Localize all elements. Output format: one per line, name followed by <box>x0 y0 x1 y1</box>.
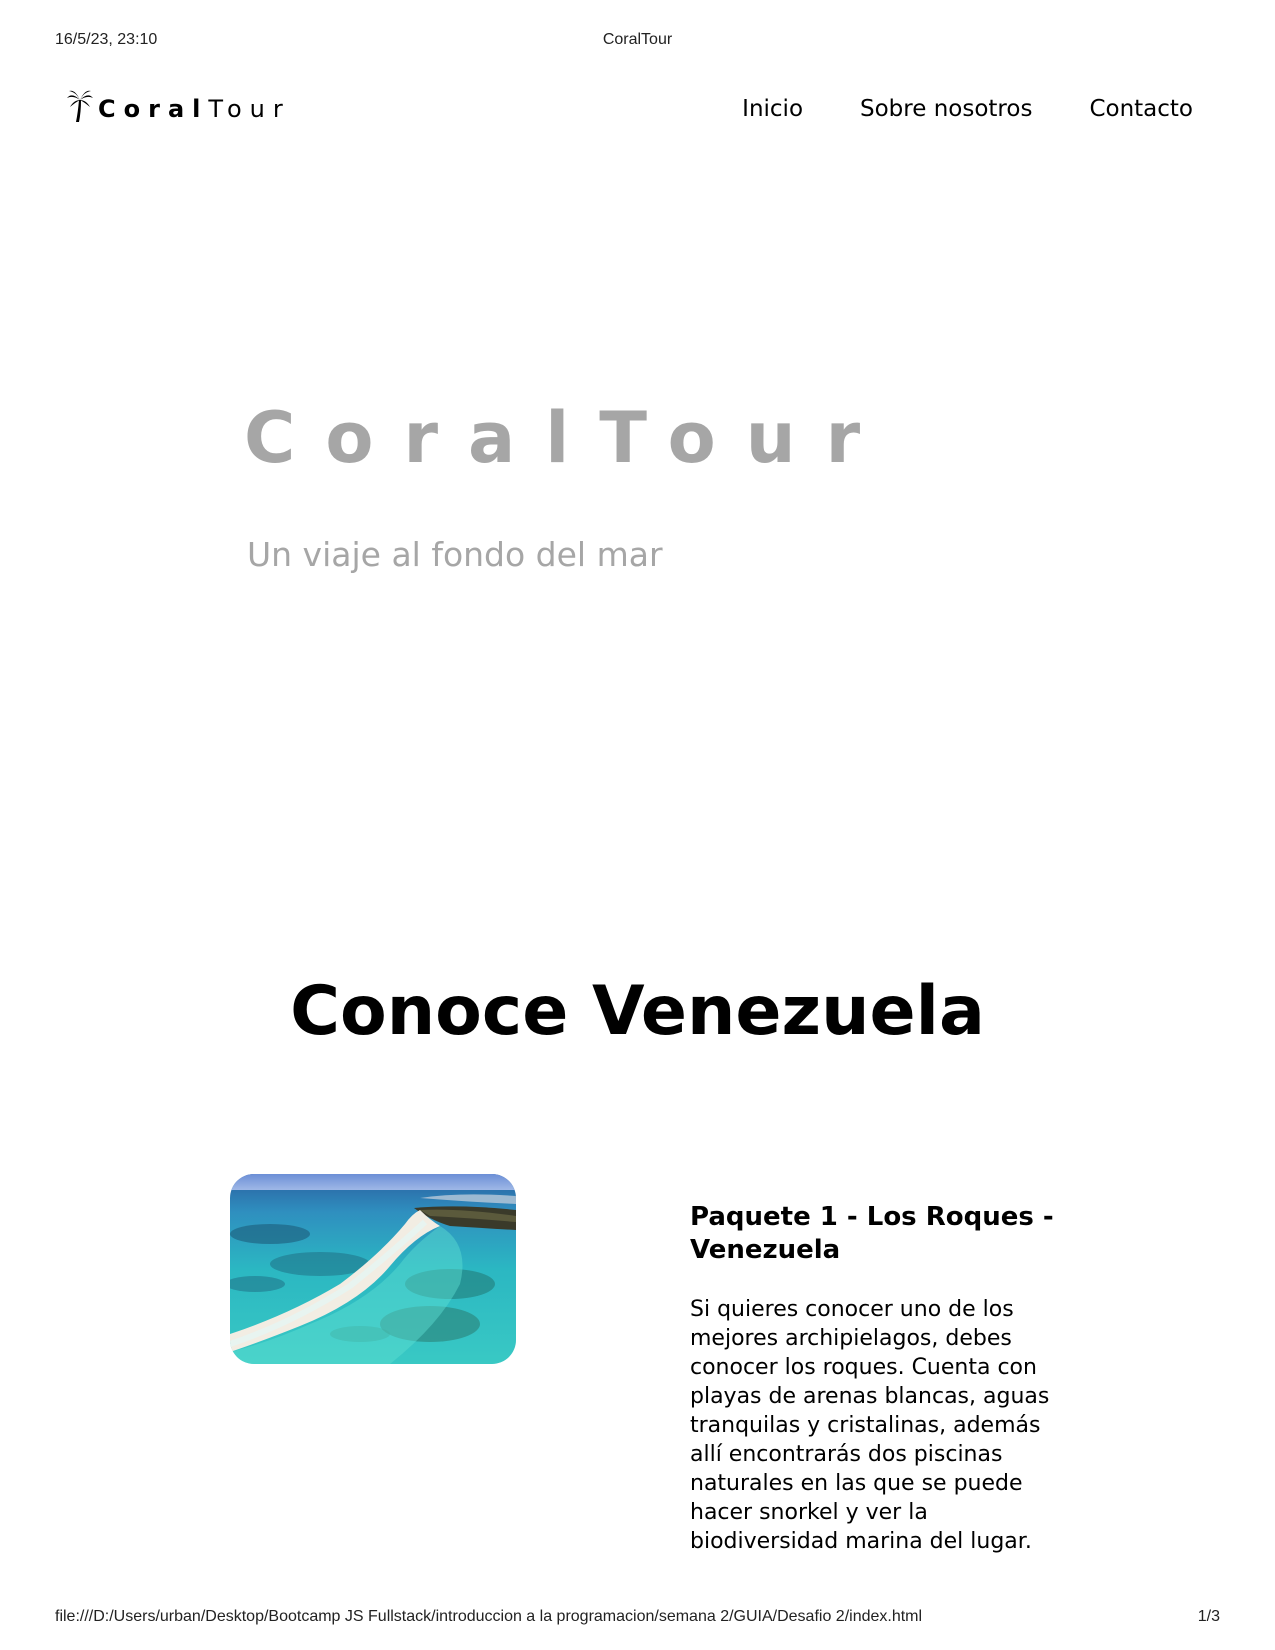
print-page-number: 1/3 <box>1197 1608 1220 1625</box>
card-title: Paquete 1 - Los Roques - Venezuela <box>690 1202 1054 1265</box>
logo-text-light: Tour <box>208 95 291 123</box>
card-text: Si quieres conocer uno de los mejores ar… <box>690 1297 1050 1554</box>
print-url: file:///D:/Users/urban/Desktop/Bootcamp … <box>55 1608 923 1625</box>
los-roques-image <box>230 1174 516 1364</box>
palm-tree-icon <box>67 90 93 122</box>
nav-link-contacto[interactable]: Contacto <box>1089 96 1193 122</box>
print-title: CoralTour <box>602 31 673 48</box>
main-nav: Inicio Sobre nosotros Contacto <box>742 96 1193 122</box>
hero-subtitle: Un viaje al fondo del mar <box>247 535 663 574</box>
section-title: Conoce Venezuela <box>290 972 985 1051</box>
nav-link-sobre-nosotros[interactable]: Sobre nosotros <box>860 96 1032 122</box>
nav-link-inicio[interactable]: Inicio <box>742 96 803 122</box>
logo-link[interactable]: CoralTour <box>66 88 291 124</box>
hero-title: CoralTour <box>244 397 891 479</box>
logo-text: CoralTour <box>98 94 291 124</box>
logo-text-bold: Coral <box>98 95 209 123</box>
